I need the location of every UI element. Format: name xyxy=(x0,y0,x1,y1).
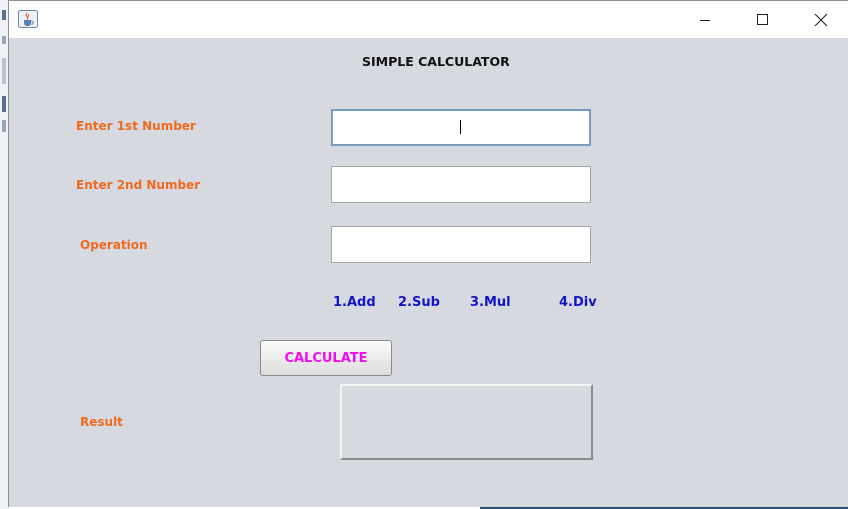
background-mark xyxy=(2,10,6,20)
background-mark xyxy=(2,58,6,84)
java-cup-icon[interactable] xyxy=(18,10,38,28)
background-mark xyxy=(2,36,6,44)
text-caret xyxy=(460,120,461,134)
second-number-input[interactable] xyxy=(331,166,591,203)
screen: SIMPLE CALCULATOR Enter 1st Number Enter… xyxy=(0,0,848,509)
minimize-icon xyxy=(700,19,710,21)
maximize-icon xyxy=(757,13,768,25)
operation-option-add: 1.Add xyxy=(333,295,376,310)
close-icon xyxy=(814,13,828,26)
result-label: Result xyxy=(80,415,123,429)
first-number-input[interactable] xyxy=(331,109,591,146)
close-button[interactable] xyxy=(792,1,848,38)
background-mark xyxy=(2,96,6,112)
first-number-label: Enter 1st Number xyxy=(76,119,196,133)
operation-option-sub: 2.Sub xyxy=(398,295,440,310)
operation-label: Operation xyxy=(80,238,148,252)
operation-option-div: 4.Div xyxy=(559,295,597,310)
second-number-label: Enter 2nd Number xyxy=(76,178,201,192)
minimize-button[interactable] xyxy=(676,1,734,38)
maximize-button[interactable] xyxy=(734,1,792,38)
calculator-window: SIMPLE CALCULATOR Enter 1st Number Enter… xyxy=(8,0,848,507)
result-display xyxy=(340,384,593,460)
page-title: SIMPLE CALCULATOR xyxy=(362,54,510,69)
operation-option-mul: 3.Mul xyxy=(470,295,511,310)
title-bar[interactable] xyxy=(9,1,848,38)
operation-input[interactable] xyxy=(331,226,591,263)
background-mark xyxy=(2,120,6,132)
calculate-button[interactable]: CALCULATE xyxy=(260,340,392,376)
calculator-panel: SIMPLE CALCULATOR Enter 1st Number Enter… xyxy=(9,38,848,507)
